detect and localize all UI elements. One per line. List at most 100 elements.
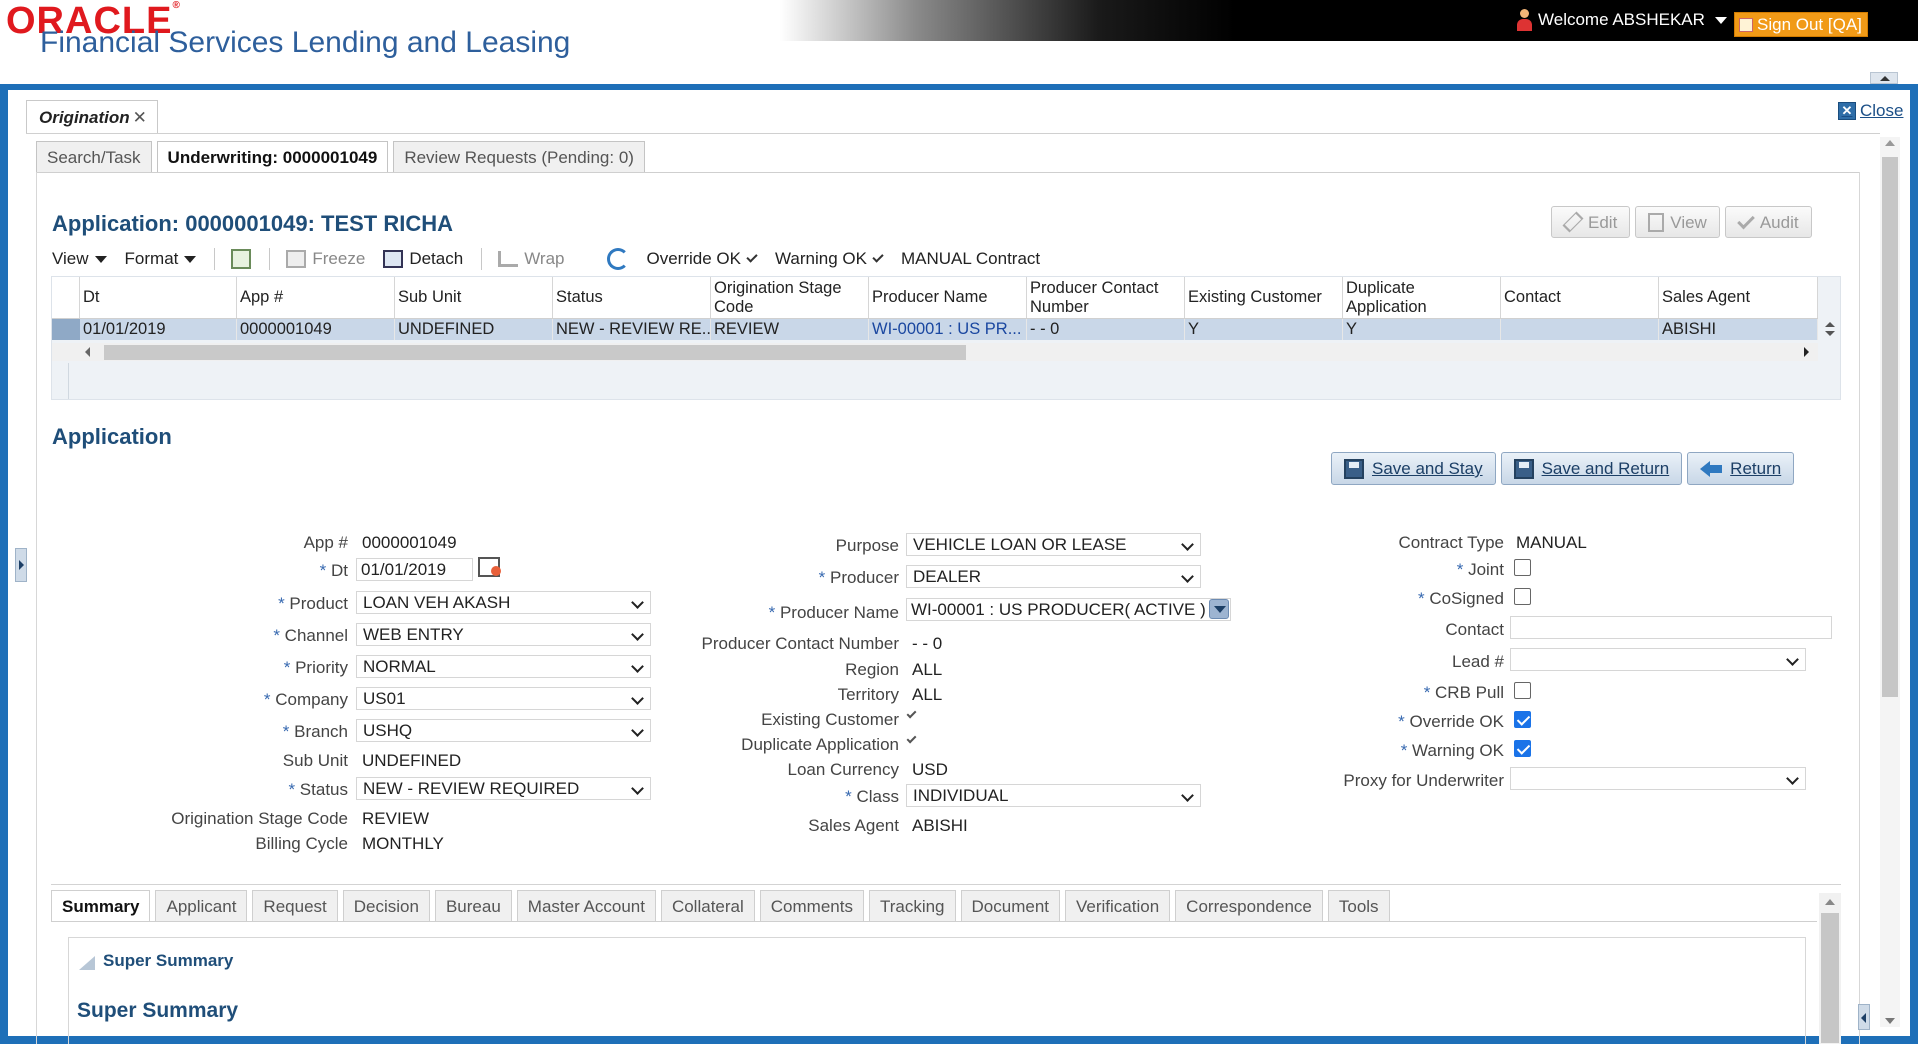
page-scrollbar[interactable] <box>1880 137 1900 1027</box>
column-header[interactable]: Sub Unit <box>395 277 553 318</box>
close-tab-icon[interactable]: ✕ <box>133 108 147 127</box>
edit-button[interactable]: Edit <box>1551 206 1631 238</box>
column-header[interactable]: Existing Customer <box>1185 277 1343 318</box>
chevron-down-icon <box>94 255 107 263</box>
tab-master-account[interactable]: Master Account <box>516 890 656 921</box>
view-menu[interactable]: View <box>52 249 107 269</box>
field-label: Purpose <box>835 536 899 555</box>
table-row[interactable]: 01/01/2019 0000001049 UNDEFINED NEW - RE… <box>52 319 1818 340</box>
tab-bureau[interactable]: Bureau <box>434 890 512 921</box>
column-header[interactable]: Producer Contact Number <box>1027 277 1185 318</box>
freeze-button[interactable]: Freeze <box>286 249 365 269</box>
collapse-header-button[interactable] <box>1870 72 1898 84</box>
channel-select[interactable]: WEB ENTRY <box>356 623 651 646</box>
contract-type-value: MANUAL <box>1516 533 1587 552</box>
tab-verification[interactable]: Verification <box>1065 890 1171 921</box>
column-header[interactable]: App # <box>237 277 395 318</box>
priority-select[interactable]: NORMAL <box>356 655 651 678</box>
detail-tabs: Summary Applicant Request Decision Burea… <box>51 890 1390 922</box>
branch-select[interactable]: USHQ <box>356 719 651 742</box>
tab-decision[interactable]: Decision <box>342 890 430 921</box>
field-label: * Branch <box>282 722 348 741</box>
grid-horizontal-scrollbar[interactable] <box>52 343 1818 361</box>
status-select[interactable]: NEW - REVIEW REQUIRED <box>356 777 651 800</box>
tab-search-task[interactable]: Search/Task <box>36 141 152 172</box>
column-header[interactable]: Producer Name <box>869 277 1027 318</box>
grid-header: Dt App # Sub Unit Status Origination Sta… <box>52 277 1818 319</box>
collapse-triangle-icon[interactable] <box>79 956 95 970</box>
detail-tabs-panel: Summary Applicant Request Decision Burea… <box>51 884 1841 1044</box>
grid-toolbar: View Format Freeze Detach Wrap Override … <box>52 243 1840 275</box>
column-header[interactable]: Contact <box>1501 277 1659 318</box>
date-field[interactable]: 01/01/2019 <box>356 558 473 581</box>
wrap-button[interactable]: Wrap <box>498 249 565 269</box>
row-selector[interactable] <box>52 319 80 340</box>
detach-icon <box>383 250 404 268</box>
detach-button[interactable]: Detach <box>383 249 463 269</box>
tab-correspondence[interactable]: Correspondence <box>1175 890 1323 921</box>
producer-name-field[interactable]: WI-00001 : US PRODUCER( ACTIVE ) <box>906 598 1231 621</box>
tab-review-requests[interactable]: Review Requests (Pending: 0) <box>393 141 645 172</box>
window-tab-origination[interactable]: Origination ✕ <box>26 100 158 134</box>
refresh-button[interactable] <box>606 248 629 270</box>
column-header[interactable]: Status <box>553 277 711 318</box>
tab-summary[interactable]: Summary <box>51 890 151 922</box>
sign-out-button[interactable]: Sign Out [QA] <box>1734 12 1868 37</box>
product-select[interactable]: LOAN VEH AKASH <box>356 591 651 614</box>
producer-lookup-button[interactable] <box>1209 599 1229 619</box>
format-menu[interactable]: Format <box>125 249 197 269</box>
expand-left-panel-button[interactable] <box>15 548 27 582</box>
tab-document[interactable]: Document <box>960 890 1060 921</box>
column-header[interactable]: Dt <box>80 277 237 318</box>
tab-tools[interactable]: Tools <box>1327 890 1390 921</box>
company-select[interactable]: US01 <box>356 687 651 710</box>
grid-vertical-scroll[interactable] <box>1820 319 1840 340</box>
expand-right-panel-button[interactable] <box>1858 1004 1870 1030</box>
field-label: * Product <box>278 594 348 613</box>
region-value: ALL <box>912 660 943 679</box>
super-summary-panel-label[interactable]: Super Summary <box>103 951 233 971</box>
crb-pull-checkbox[interactable] <box>1514 682 1531 699</box>
save-and-stay-button[interactable]: Save and Stay <box>1331 452 1496 485</box>
export-icon <box>231 249 252 269</box>
cosigned-checkbox[interactable] <box>1514 588 1531 605</box>
tab-request[interactable]: Request <box>252 890 338 921</box>
view-button[interactable]: View <box>1635 206 1720 238</box>
tab-collateral[interactable]: Collateral <box>660 890 755 921</box>
column-header[interactable]: Origination Stage Code <box>711 277 869 318</box>
save-and-return-button[interactable]: Save and Return <box>1500 452 1683 485</box>
return-button[interactable]: Return <box>1687 452 1795 485</box>
calendar-icon[interactable] <box>478 557 501 577</box>
billing-cycle-value: MONTHLY <box>362 834 444 853</box>
warning-ok-checkbox[interactable] <box>1514 740 1531 757</box>
tab-applicant[interactable]: Applicant <box>155 890 248 921</box>
detail-scrollbar[interactable] <box>1819 893 1841 1044</box>
field-label: Lead # <box>1452 652 1504 671</box>
contact-field[interactable] <box>1510 616 1832 639</box>
close-icon: ✕ <box>1838 102 1856 120</box>
proxy-underwriter-select[interactable] <box>1510 767 1806 790</box>
tab-tracking[interactable]: Tracking <box>868 890 956 921</box>
app-number-value: 0000001049 <box>362 533 457 552</box>
section-title: Application <box>52 424 172 449</box>
column-header[interactable]: Duplicate Application <box>1343 277 1501 318</box>
producer-select[interactable]: DEALER <box>906 565 1201 588</box>
class-select[interactable]: INDIVIDUAL <box>906 784 1201 807</box>
producer-link[interactable]: WI-00001 : US PR... <box>869 319 1027 340</box>
record-buttons: Edit View Audit <box>1551 206 1812 238</box>
user-menu[interactable]: Welcome ABSHEKAR <box>1516 9 1727 31</box>
product-name: Financial Services Lending and Leasing <box>40 26 571 59</box>
column-header[interactable]: Sales Agent <box>1659 277 1818 318</box>
lead-select[interactable] <box>1510 648 1806 671</box>
field-label: Territory <box>837 685 899 704</box>
export-button[interactable] <box>231 249 252 269</box>
joint-checkbox[interactable] <box>1514 559 1531 576</box>
field-label: Sales Agent <box>808 816 899 835</box>
override-ok-checkbox[interactable] <box>1514 711 1531 728</box>
close-button[interactable]: ✕ Close <box>1838 101 1903 121</box>
audit-button[interactable]: Audit <box>1724 206 1812 238</box>
tab-comments[interactable]: Comments <box>759 890 864 921</box>
tab-underwriting[interactable]: Underwriting: 0000001049 <box>156 141 389 173</box>
purpose-select[interactable]: VEHICLE LOAN OR LEASE <box>906 533 1201 556</box>
save-icon <box>1344 459 1364 479</box>
